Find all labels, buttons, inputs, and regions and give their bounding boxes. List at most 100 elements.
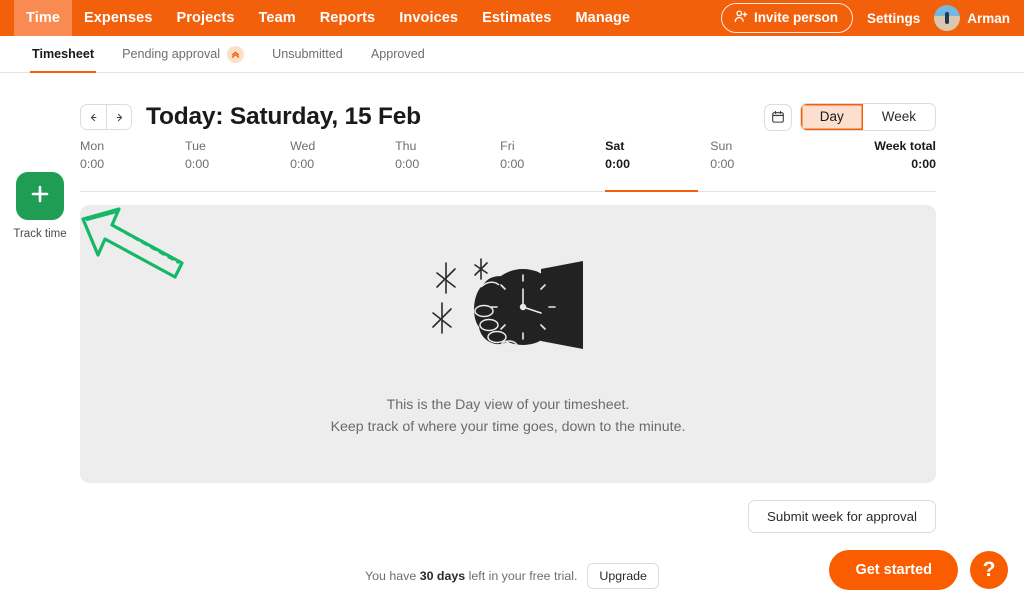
date-header: Today: Saturday, 15 Feb Day Week bbox=[80, 73, 936, 135]
day-column-mon[interactable]: Mon 0:00 bbox=[80, 139, 185, 181]
submit-row: Submit week for approval bbox=[80, 500, 936, 533]
trial-text: You have 30 days left in your free trial… bbox=[365, 569, 577, 583]
tab-label: Approved bbox=[371, 47, 425, 61]
person-plus-icon bbox=[734, 9, 748, 26]
day-name: Thu bbox=[395, 139, 500, 153]
help-icon: ? bbox=[983, 558, 996, 582]
settings-label: Settings bbox=[867, 11, 920, 26]
day-total: 0:00 bbox=[395, 157, 500, 171]
tab-label: Timesheet bbox=[32, 47, 94, 61]
get-started-button[interactable]: Get started bbox=[829, 550, 958, 590]
day-name: Tue bbox=[185, 139, 290, 153]
left-rail: Track time bbox=[0, 73, 80, 533]
day-name: Wed bbox=[290, 139, 395, 153]
view-toggle-day[interactable]: Day bbox=[801, 104, 863, 130]
trial-days-remaining: 30 days bbox=[420, 569, 465, 583]
top-navigation-bar: Time Expenses Projects Team Reports Invo… bbox=[0, 0, 1024, 36]
settings-link[interactable]: Settings bbox=[867, 11, 920, 26]
day-name: Sat bbox=[605, 139, 710, 153]
tab-pending-approval[interactable]: Pending approval bbox=[108, 36, 258, 72]
calendar-icon[interactable] bbox=[764, 104, 792, 131]
track-time-button[interactable] bbox=[16, 172, 64, 220]
nav-item-time[interactable]: Time bbox=[14, 0, 72, 36]
tab-label: Unsubmitted bbox=[272, 47, 343, 61]
submit-week-for-approval-button[interactable]: Submit week for approval bbox=[748, 500, 936, 533]
toggle-label: Day bbox=[820, 109, 844, 124]
trial-text-before: You have bbox=[365, 569, 420, 583]
tab-approved[interactable]: Approved bbox=[357, 36, 439, 72]
empty-state-line-1: This is the Day view of your timesheet. bbox=[331, 394, 686, 416]
day-column-sun[interactable]: Sun 0:00 bbox=[710, 139, 815, 181]
week-total-column: Week total 0:00 bbox=[815, 139, 936, 181]
upgrade-label: Upgrade bbox=[599, 569, 647, 583]
empty-state-panel: This is the Day view of your timesheet. … bbox=[80, 205, 936, 483]
nav-item-invoices[interactable]: Invoices bbox=[387, 0, 470, 36]
top-nav-items: Time Expenses Projects Team Reports Invo… bbox=[0, 0, 642, 36]
main-content: Today: Saturday, 15 Feb Day Week Mon bbox=[80, 73, 1024, 533]
day-total: 0:00 bbox=[290, 157, 395, 171]
day-column-tue[interactable]: Tue 0:00 bbox=[185, 139, 290, 181]
floating-actions: Get started ? bbox=[829, 550, 1008, 590]
get-started-label: Get started bbox=[855, 562, 932, 578]
day-column-wed[interactable]: Wed 0:00 bbox=[290, 139, 395, 181]
nav-label: Invoices bbox=[399, 10, 458, 26]
nav-item-expenses[interactable]: Expenses bbox=[72, 0, 165, 36]
day-week-toggle: Day Week bbox=[800, 103, 936, 131]
week-total-label: Week total bbox=[815, 139, 936, 153]
hand-drawn-green-arrow bbox=[74, 201, 194, 296]
upgrade-button[interactable]: Upgrade bbox=[587, 563, 659, 589]
nav-item-estimates[interactable]: Estimates bbox=[470, 0, 563, 36]
nav-label: Reports bbox=[320, 10, 376, 26]
nav-item-team[interactable]: Team bbox=[247, 0, 308, 36]
day-total: 0:00 bbox=[80, 157, 185, 171]
day-total: 0:00 bbox=[500, 157, 605, 171]
toggle-label: Week bbox=[882, 109, 916, 124]
avatar bbox=[934, 5, 960, 31]
day-total: 0:00 bbox=[185, 157, 290, 171]
help-button[interactable]: ? bbox=[970, 551, 1008, 589]
week-total-value: 0:00 bbox=[815, 157, 936, 171]
arrow-left-icon[interactable] bbox=[81, 105, 106, 129]
tab-timesheet[interactable]: Timesheet bbox=[18, 36, 108, 72]
top-nav-actions: Invite person Settings Arman bbox=[721, 0, 1024, 36]
tab-label: Pending approval bbox=[122, 47, 220, 61]
day-name: Mon bbox=[80, 139, 185, 153]
nav-item-projects[interactable]: Projects bbox=[165, 0, 247, 36]
day-column-fri[interactable]: Fri 0:00 bbox=[500, 139, 605, 181]
day-column-thu[interactable]: Thu 0:00 bbox=[395, 139, 500, 181]
day-name: Fri bbox=[500, 139, 605, 153]
arrow-right-icon[interactable] bbox=[106, 105, 131, 129]
track-time-label: Track time bbox=[13, 228, 66, 240]
user-name: Arman bbox=[967, 11, 1010, 26]
day-name: Sun bbox=[710, 139, 815, 153]
tab-unsubmitted[interactable]: Unsubmitted bbox=[258, 36, 357, 72]
sub-navigation-tabs: Timesheet Pending approval Unsubmitted A… bbox=[0, 36, 1024, 73]
double-chevron-up-icon bbox=[227, 46, 244, 63]
week-summary-strip: Mon 0:00 Tue 0:00 Wed 0:00 Thu 0:00 Fri … bbox=[80, 139, 936, 192]
day-total: 0:00 bbox=[605, 157, 710, 171]
nav-label: Team bbox=[259, 10, 296, 26]
empty-state-line-2: Keep track of where your time goes, down… bbox=[331, 416, 686, 438]
nav-item-reports[interactable]: Reports bbox=[308, 0, 388, 36]
view-toggle-week[interactable]: Week bbox=[863, 104, 935, 130]
nav-label: Manage bbox=[576, 10, 631, 26]
nav-label: Estimates bbox=[482, 10, 551, 26]
user-menu[interactable]: Arman bbox=[934, 5, 1010, 31]
plus-icon bbox=[28, 182, 52, 211]
nav-label: Time bbox=[26, 10, 60, 26]
hand-holding-stopwatch-illustration bbox=[423, 251, 593, 376]
submit-label: Submit week for approval bbox=[767, 509, 917, 524]
view-controls: Day Week bbox=[764, 103, 936, 131]
invite-person-label: Invite person bbox=[754, 10, 838, 25]
trial-text-after: left in your free trial. bbox=[465, 569, 577, 583]
date-nav-group bbox=[80, 104, 132, 130]
page-body: Track time Today: Saturday, 15 Feb bbox=[0, 73, 1024, 533]
day-total: 0:00 bbox=[710, 157, 815, 171]
invite-person-button[interactable]: Invite person bbox=[721, 3, 853, 33]
day-column-sat[interactable]: Sat 0:00 bbox=[605, 139, 710, 181]
nav-item-manage[interactable]: Manage bbox=[564, 0, 643, 36]
nav-label: Projects bbox=[177, 10, 235, 26]
page-title: Today: Saturday, 15 Feb bbox=[146, 103, 421, 131]
nav-label: Expenses bbox=[84, 10, 153, 26]
empty-state-text: This is the Day view of your timesheet. … bbox=[331, 394, 686, 438]
